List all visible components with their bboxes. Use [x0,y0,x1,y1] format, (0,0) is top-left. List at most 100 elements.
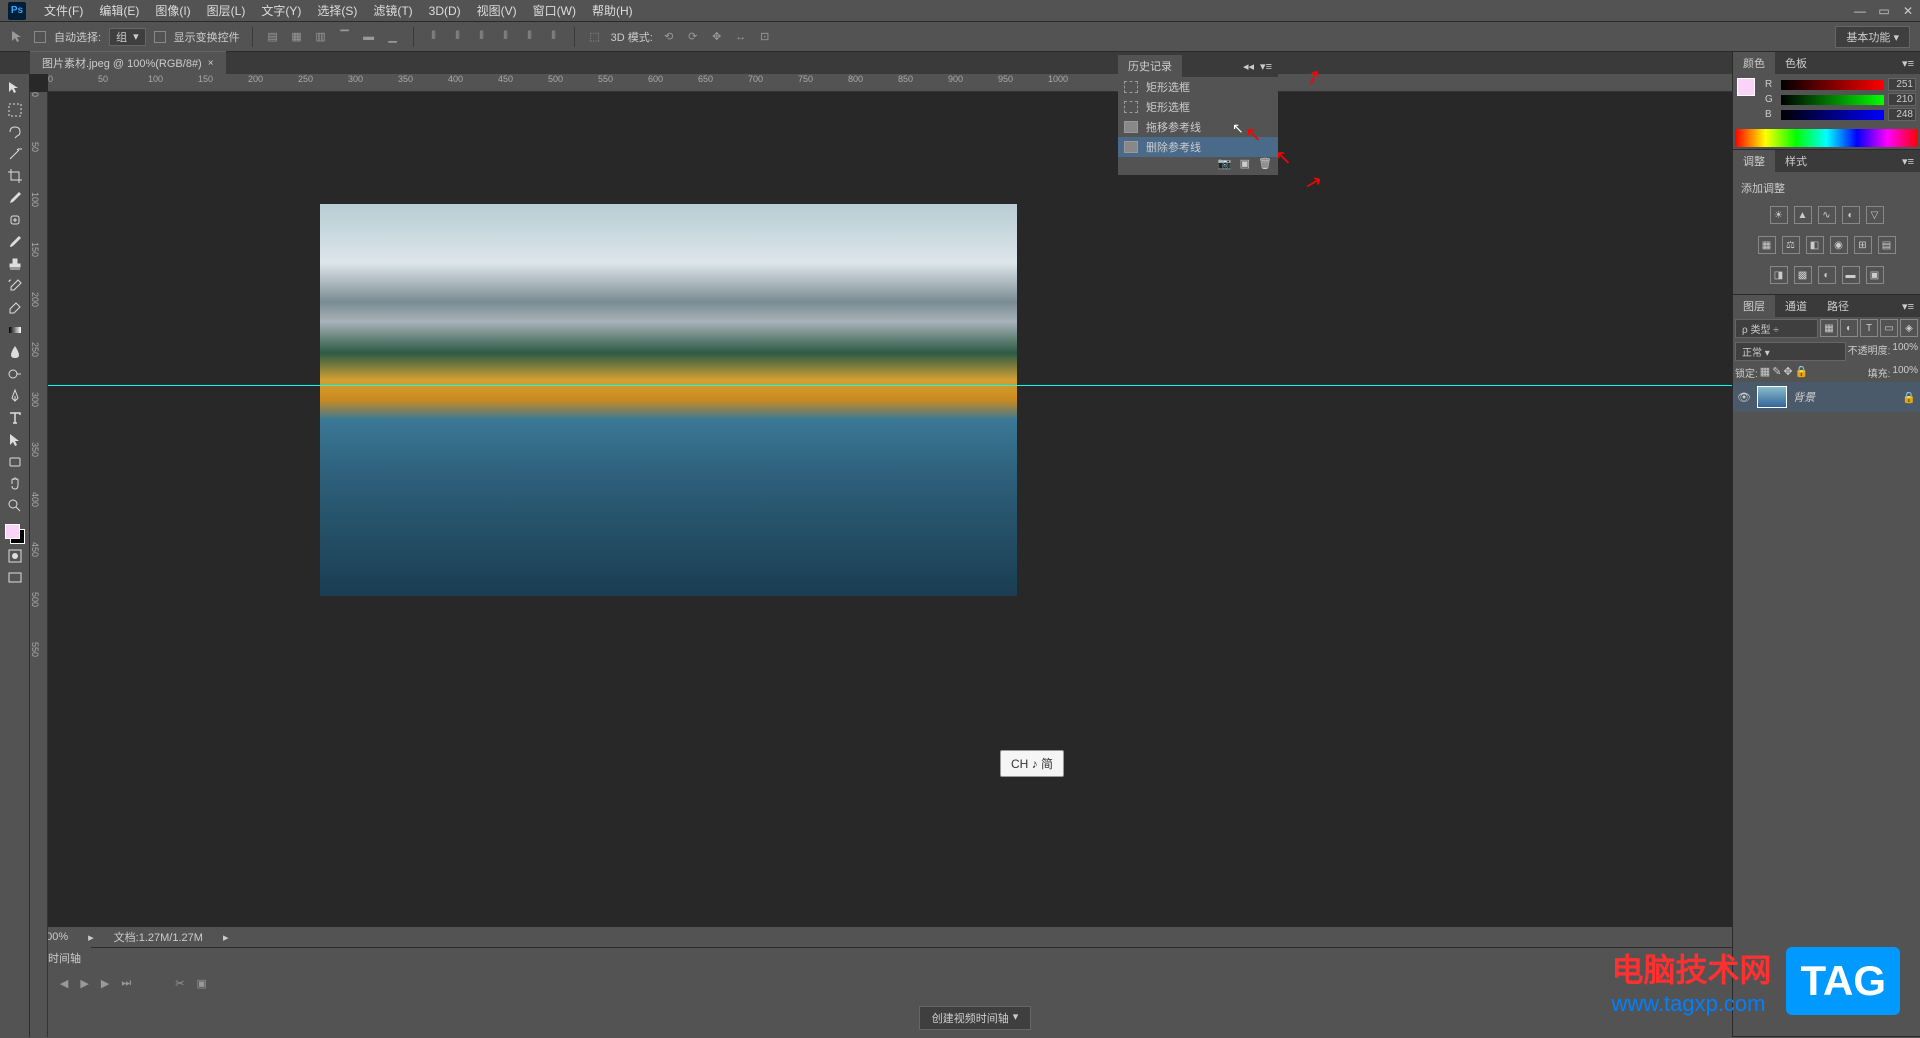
vibrance-icon[interactable]: ▽ [1866,206,1884,224]
color-preview[interactable] [1737,78,1759,100]
pen-tool[interactable] [3,386,27,406]
history-brush-tool[interactable] [3,276,27,296]
close-button[interactable]: ✕ [1896,2,1920,20]
levels-icon[interactable]: ▲ [1794,206,1812,224]
next-frame-icon[interactable]: ▶ [101,977,109,990]
channels-tab[interactable]: 通道 [1775,295,1817,317]
transition-icon[interactable]: ▣ [196,977,206,990]
distribute-1-icon[interactable]: ⫴ [426,29,442,45]
auto-select-checkbox[interactable] [34,31,46,43]
3d-slide-icon[interactable]: ↔ [733,29,749,45]
vertical-ruler[interactable]: 050100150200250300350400450500550 [30,92,48,1037]
hand-tool[interactable] [3,474,27,494]
lock-all-icon[interactable]: 🔒 [1795,365,1809,380]
path-selection-tool[interactable] [3,430,27,450]
styles-tab[interactable]: 样式 [1775,150,1817,172]
selective-color-icon[interactable]: ▣ [1866,266,1884,284]
panel-menu-icon[interactable]: ▾≡ [1902,300,1920,313]
align-left-icon[interactable]: ▤ [265,29,281,45]
chevron-right-icon[interactable]: ▸ [223,931,229,944]
invert-icon[interactable]: ◨ [1770,266,1788,284]
quick-mask-tool[interactable] [3,546,27,566]
stamp-tool[interactable] [3,254,27,274]
gradient-tool[interactable] [3,320,27,340]
b-slider[interactable] [1781,110,1884,120]
menu-layer[interactable]: 图层(L) [199,2,254,19]
paths-tab[interactable]: 路径 [1817,295,1859,317]
align-center-v-icon[interactable]: ▬ [361,29,377,45]
auto-select-dropdown[interactable]: 组▾ [109,28,146,46]
brightness-icon[interactable]: ☀ [1770,206,1788,224]
align-right-icon[interactable]: ▥ [313,29,329,45]
distribute-6-icon[interactable]: ⫴ [546,29,562,45]
crop-tool[interactable] [3,166,27,186]
lock-position-icon[interactable]: ✥ [1783,365,1792,380]
threshold-icon[interactable]: ◐ [1818,266,1836,284]
menu-file[interactable]: 文件(F) [36,2,91,19]
magic-wand-tool[interactable] [3,144,27,164]
menu-help[interactable]: 帮助(H) [584,2,641,19]
dodge-tool[interactable] [3,364,27,384]
distribute-5-icon[interactable]: ⫴ [522,29,538,45]
create-timeline-button[interactable]: 创建视频时间轴▾ [919,1006,1032,1030]
menu-image[interactable]: 图像(I) [147,2,198,19]
color-tab[interactable]: 颜色 [1733,52,1775,74]
gradient-map-icon[interactable]: ▬ [1842,266,1860,284]
shape-tool[interactable] [3,452,27,472]
3d-scale-icon[interactable]: ⊡ [757,29,773,45]
horizontal-guide[interactable] [48,385,1920,386]
bw-icon[interactable]: ◧ [1806,236,1824,254]
filter-pixel-icon[interactable]: ▦ [1820,319,1838,337]
adjustments-tab[interactable]: 调整 [1733,150,1775,172]
healing-tool[interactable] [3,210,27,230]
filter-type-icon[interactable]: T [1860,319,1878,337]
menu-select[interactable]: 选择(S) [309,2,365,19]
history-item[interactable]: 矩形选框 [1118,77,1278,97]
canvas-image[interactable] [320,204,1017,596]
layer-thumbnail[interactable] [1757,386,1787,408]
show-transform-checkbox[interactable] [154,31,166,43]
chevron-right-icon[interactable]: ▸ [88,931,94,944]
color-spectrum[interactable] [1735,129,1918,147]
distribute-3-icon[interactable]: ⫴ [474,29,490,45]
workspace-switcher[interactable]: 基本功能 ▾ [1835,26,1910,48]
lock-transparency-icon[interactable]: ▦ [1760,365,1770,380]
tab-close-icon[interactable]: × [208,58,214,69]
r-value-input[interactable]: 251 [1888,78,1916,91]
camera-icon[interactable]: 📷 [1218,157,1232,175]
menu-type[interactable]: 文字(Y) [253,2,309,19]
lookup-icon[interactable]: ▤ [1878,236,1896,254]
cut-icon[interactable]: ✂ [175,977,184,990]
history-item[interactable]: 矩形选框 [1118,97,1278,117]
3d-roll-icon[interactable]: ⟳ [685,29,701,45]
align-bottom-icon[interactable]: ▁ [385,29,401,45]
lasso-tool[interactable] [3,122,27,142]
panel-menu-icon[interactable]: ▾≡ [1260,60,1278,73]
play-icon[interactable]: ▶ [80,977,88,990]
eyedropper-tool[interactable] [3,188,27,208]
opacity-value[interactable]: 100% [1892,342,1918,361]
photo-filter-icon[interactable]: ◉ [1830,236,1848,254]
document-tab[interactable]: 图片素材.jpeg @ 100%(RGB/8#) × [30,51,226,74]
curves-icon[interactable]: ∿ [1818,206,1836,224]
foreground-color-swatch[interactable] [5,524,20,539]
filter-smart-icon[interactable]: ◈ [1900,319,1918,337]
hue-icon[interactable]: ▦ [1758,236,1776,254]
minimize-button[interactable]: — [1848,2,1872,20]
3d-icon[interactable]: ⬚ [587,29,603,45]
type-tool[interactable] [3,408,27,428]
new-snapshot-icon[interactable]: ▣ [1240,157,1250,175]
panel-menu-icon[interactable]: ▾≡ [1902,57,1920,70]
fill-value[interactable]: 100% [1892,365,1918,380]
horizontal-ruler[interactable]: 0501001502002503003504004505005506006507… [48,74,1920,92]
visibility-icon[interactable]: 👁 [1737,391,1751,404]
menu-3d[interactable]: 3D(D) [421,4,469,18]
eraser-tool[interactable] [3,298,27,318]
menu-window[interactable]: 窗口(W) [525,2,584,19]
layer-kind-filter[interactable]: ρ 类型 ÷ [1735,319,1818,338]
brush-tool[interactable] [3,232,27,252]
marquee-tool[interactable] [3,100,27,120]
balance-icon[interactable]: ⚖ [1782,236,1800,254]
maximize-button[interactable]: ▭ [1872,2,1896,20]
exposure-icon[interactable]: ◐ [1842,206,1860,224]
